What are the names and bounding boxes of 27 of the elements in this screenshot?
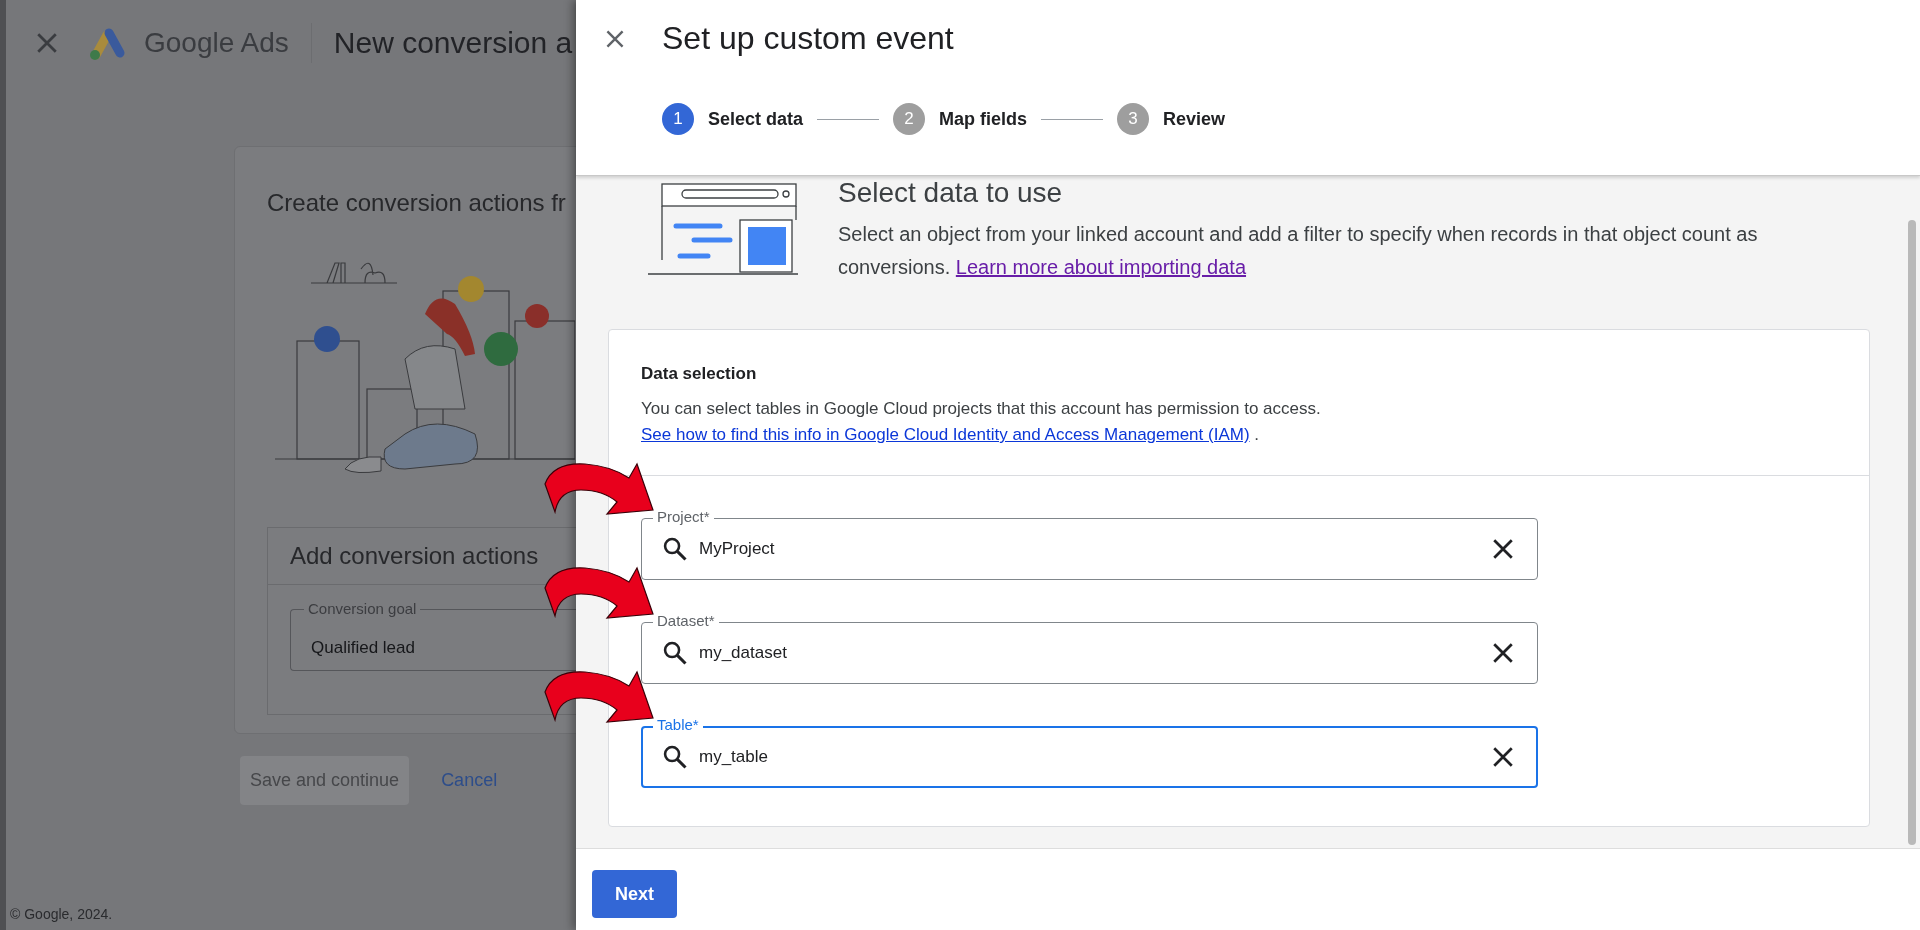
card-title: Data selection: [640, 363, 758, 384]
step-label[interactable]: Map fields: [939, 108, 1028, 130]
help-link[interactable]: See how to find this info in Google Cloud Identity and Access Management (IAM): [641, 425, 1250, 444]
panel-title: Set up custom event: [662, 20, 954, 57]
field-label: Table*: [653, 716, 703, 733]
search-icon: [661, 535, 689, 563]
brand-name: Google Ads: [144, 27, 289, 59]
field-label: Conversion goal: [304, 600, 421, 617]
field-value: my_table: [699, 747, 769, 767]
field-value: MyProject: [699, 539, 776, 559]
page-title: New conversion a: [333, 26, 573, 60]
search-icon: [661, 639, 689, 667]
copyright-text: © Google, 2024.: [10, 906, 113, 922]
scrollbar-thumb[interactable]: [1908, 220, 1916, 845]
step-number[interactable]: 1: [662, 103, 694, 135]
search-icon: [661, 743, 689, 771]
card-title: Create conversion actions fr: [267, 189, 567, 217]
next-button[interactable]: Next: [592, 870, 677, 918]
step-label[interactable]: Select data: [708, 108, 804, 130]
section-heading: Select data to use: [838, 176, 1064, 210]
step-label[interactable]: Review: [1163, 108, 1226, 130]
field-value: my_dataset: [699, 643, 788, 663]
learn-more-link[interactable]: Learn more about importing data: [955, 256, 1247, 278]
field-value: Qualified lead: [311, 638, 415, 657]
card-description: You can select tables in Google Cloud projects that this account has permission to access. See how to find this info in Google Cloud Identity and Access Management (IAM) .: [640, 398, 1322, 446]
section-description: Select an object from your linked account and add a filter to specify when records in that object count as conversions. Learn more about importing data: [838, 222, 1759, 280]
field-label: Project*: [653, 508, 714, 525]
